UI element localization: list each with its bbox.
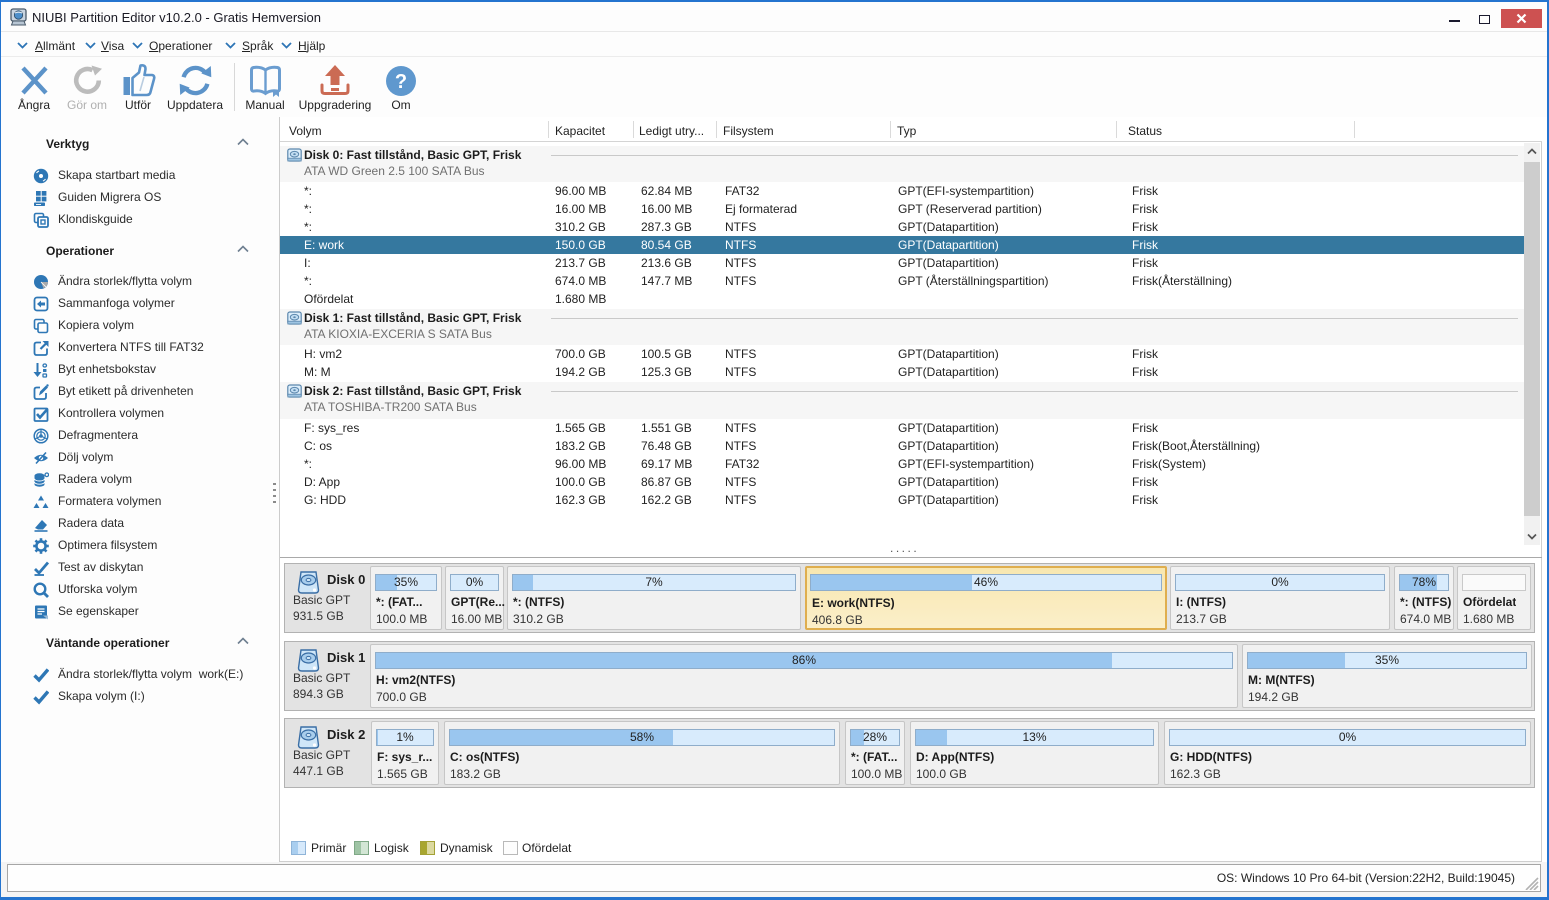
svg-text:?: ? [395,71,407,93]
